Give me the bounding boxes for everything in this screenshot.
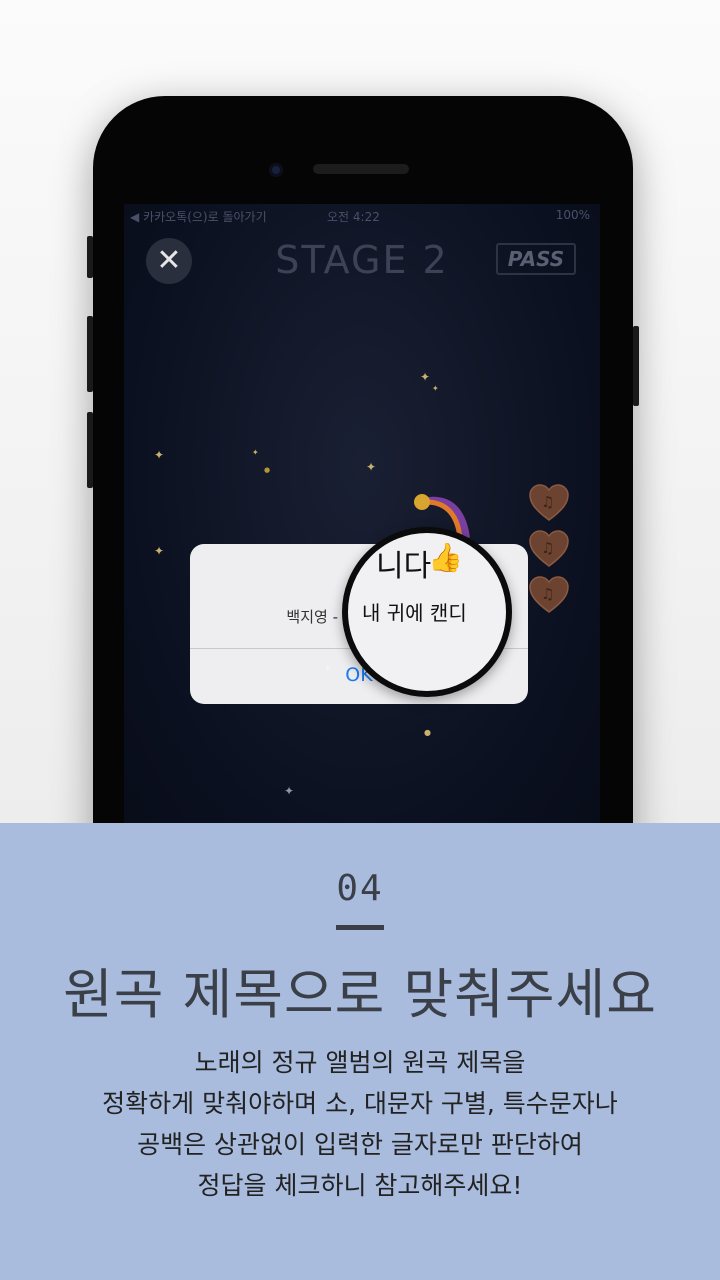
caption-description: 노래의 정규 앨범의 원곡 제목을 정확하게 맞춰야하며 소, 대문자 구별, … bbox=[40, 1042, 680, 1206]
phone-mockup: ◀ 카카오톡(으)로 돌아가기 오전 4:22 100% ✕ STAGE 2 P… bbox=[87, 96, 639, 856]
step-number: 04 bbox=[336, 868, 384, 909]
mute-switch bbox=[87, 236, 93, 278]
back-to-app-link[interactable]: ◀ 카카오톡(으)로 돌아가기 bbox=[130, 208, 267, 225]
star-icon: ✦ bbox=[420, 370, 431, 384]
music-note-icon: ♫ bbox=[541, 493, 555, 511]
description-line: 공백은 상관없이 입력한 글자로만 판단하여 bbox=[137, 1130, 583, 1159]
dialog-message: 백지영 - bbox=[286, 608, 338, 626]
volume-down-button bbox=[87, 412, 93, 488]
life-heart: ♫ bbox=[528, 576, 570, 614]
thumbs-up-icon: 👍 bbox=[428, 541, 463, 574]
description-line: 정답을 체크하니 참고해주세요! bbox=[197, 1171, 523, 1200]
battery-level: 100% bbox=[555, 208, 590, 222]
speaker-grille bbox=[313, 164, 409, 174]
star-icon: ✦ bbox=[366, 460, 377, 474]
description-line: 노래의 정규 앨범의 원곡 제목을 bbox=[194, 1048, 526, 1077]
star-icon: ● bbox=[424, 728, 431, 737]
star-icon: ✦ bbox=[154, 448, 165, 462]
star-icon: ● bbox=[264, 466, 271, 474]
game-screen: ◀ 카카오톡(으)로 돌아가기 오전 4:22 100% ✕ STAGE 2 P… bbox=[124, 204, 600, 856]
life-heart: ♫ bbox=[528, 530, 570, 568]
magnified-title: 니다 bbox=[376, 549, 432, 584]
star-icon: ✦ bbox=[432, 384, 439, 393]
magnifier-callout: 니다 👍 내 귀에 캔디 bbox=[342, 527, 512, 697]
power-button bbox=[633, 326, 639, 406]
status-bar: ◀ 카카오톡(으)로 돌아가기 오전 4:22 100% bbox=[124, 208, 600, 226]
magnified-song-title: 내 귀에 캔디 bbox=[362, 601, 467, 625]
camera-icon bbox=[269, 163, 283, 177]
pass-button[interactable]: PASS bbox=[496, 243, 576, 275]
step-underline bbox=[336, 925, 384, 930]
status-time: 오전 4:22 bbox=[327, 210, 380, 224]
music-note-icon: ♫ bbox=[541, 585, 555, 603]
star-icon: ✦ bbox=[154, 544, 165, 558]
music-note-icon: ♫ bbox=[541, 539, 555, 557]
caption-headline: 원곡 제목으로 맞춰주세요 bbox=[63, 963, 657, 1026]
life-heart: ♫ bbox=[528, 484, 570, 522]
star-icon: ✦ bbox=[284, 784, 295, 798]
volume-up-button bbox=[87, 316, 93, 392]
star-icon: ✦ bbox=[252, 448, 259, 457]
description-line: 정확하게 맞춰야하며 소, 대문자 구별, 특수문자나 bbox=[102, 1089, 618, 1118]
